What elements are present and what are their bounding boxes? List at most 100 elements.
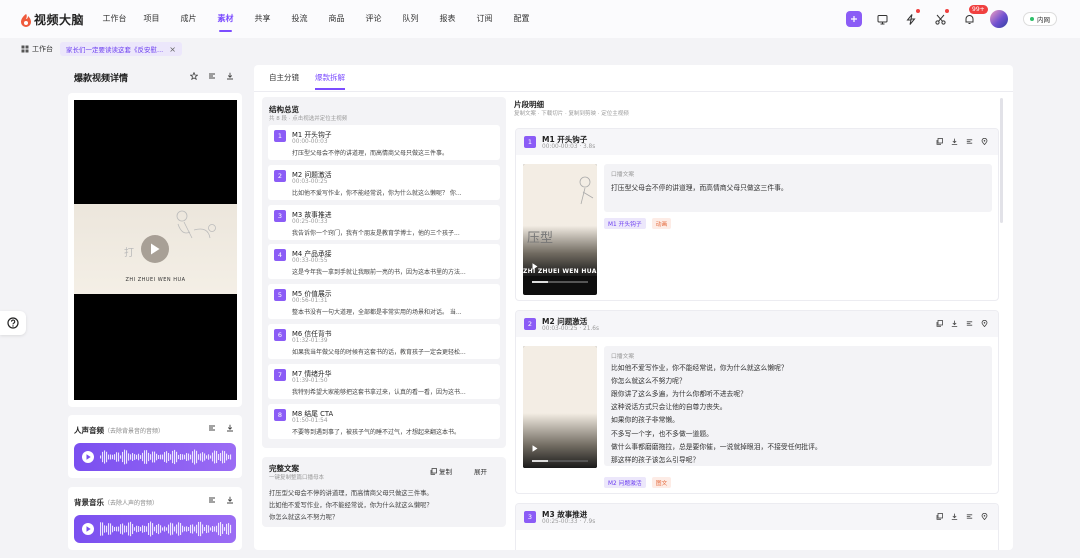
trim-icon[interactable] [208, 496, 216, 504]
create-button[interactable] [846, 11, 862, 27]
expand-button[interactable]: 展开 [474, 466, 487, 476]
open-tab[interactable]: 家长们一定要读读这套《反安慰... × [60, 42, 182, 56]
segment-card: 1 M1 开头钩子 00:00-00:03 · 3.8s 压型 ZHI ZHUE… [515, 128, 999, 301]
app-logo[interactable]: 视频大脑 [20, 11, 84, 28]
trim-icon[interactable] [966, 513, 973, 520]
segment-time: 00:25-00:33 [292, 218, 328, 225]
segment-title: M4 产品承接 [292, 250, 332, 259]
notifications-button[interactable]: 99+ [961, 5, 988, 27]
segment-item[interactable]: 6 M6 信任背书 01:32-01:39 如果我当年做父母的时候有这套书的话，教育孩… [268, 324, 500, 359]
nav-item[interactable]: 成片 [170, 0, 207, 38]
locate-icon[interactable] [981, 138, 988, 145]
svg-text:压型: 压型 [527, 231, 553, 246]
trim-icon[interactable] [966, 138, 973, 145]
nav-item[interactable]: 项目 [133, 0, 170, 38]
segment-number: 5 [274, 289, 286, 302]
thumbnail-play[interactable] [532, 445, 538, 452]
close-icon[interactable]: × [169, 45, 176, 54]
help-button[interactable] [0, 311, 26, 335]
nav-item[interactable]: 素材 [207, 0, 244, 38]
nav-item[interactable]: 报表 [429, 0, 466, 38]
segment-meta: 00:03-00:25 · 21.6s [542, 326, 599, 332]
segment-text-line: 那这样的孩子该怎么引导呢？ [611, 455, 700, 464]
full-text-line: 你怎么就这么不努力呢？ [269, 514, 339, 521]
nav-item[interactable]: 配置 [503, 0, 540, 38]
thumbnail-progress[interactable] [532, 281, 588, 283]
download-icon[interactable] [951, 138, 958, 145]
scissors-button[interactable] [932, 9, 949, 27]
segment-item[interactable]: 1 M1 开头钩子 00:00-00:03 打压型父母会不停的讲道理，而高情商父母只做… [268, 125, 500, 160]
play-icon [151, 243, 160, 255]
segment-item[interactable]: 7 M7 情绪升华 01:39-01:50 我特别希望大家能够把这套书拿过来，认真的看… [268, 363, 500, 399]
segment-number: 1 [524, 136, 536, 148]
bgm-play-button[interactable] [82, 523, 94, 535]
segment-desc: 如果我当年做父母的时候有这套书的话，教育孩子一定会更轻松... [292, 349, 466, 356]
star-icon[interactable] [190, 72, 198, 80]
copy-icon[interactable] [936, 138, 943, 145]
screen-icon [877, 14, 887, 24]
trim-icon[interactable] [208, 424, 216, 432]
logo-icon [21, 13, 31, 27]
bgm-waveform[interactable] [74, 515, 236, 543]
full-text-line: 打压型父母会不停的讲道理，而高情商父母只做这三件事。 [269, 490, 433, 497]
full-text-card: 完整文案 一键复制整篇口播母本 复制 展开 打压型父母会不停的讲道理，而高情商父… [262, 457, 506, 527]
copy-icon[interactable] [936, 513, 943, 520]
text-label: 口播文案 [611, 172, 635, 178]
card-actions [936, 513, 988, 520]
download-icon[interactable] [226, 424, 234, 432]
segment-item[interactable]: 5 M5 价值展示 00:56-01:31 整本书没有一句大道理，全部都是非常实用的场… [268, 284, 500, 320]
segment-item[interactable]: 8 M8 结尾 CTA 01:50-01:54 不要等到遇到事了，被孩子气的睡不过气，… [268, 403, 500, 439]
scrollbar[interactable] [1000, 98, 1003, 223]
segment-time: 01:50-01:54 [292, 417, 328, 424]
segment-text-line: 跟你讲了这么多遍，为什么你都听不进去呢？ [611, 390, 747, 399]
segment-desc: 打压型父母会不停的讲道理，而高情商父母只做这三件事。 [292, 150, 449, 157]
network-status[interactable]: 内网 [1023, 12, 1057, 26]
nav-item[interactable]: 订阅 [466, 0, 503, 38]
segment-item[interactable]: 4 M4 产品承接 00:33-00:55 这是今年我一拿到手就让我眼前一亮的书，因为… [268, 244, 500, 280]
segment-time: 01:39-01:50 [292, 377, 328, 384]
main-video[interactable]: 打 ZHI ZHUEI WEN HUA [74, 100, 237, 400]
segment-item[interactable]: 3 M3 故事推进 00:25-00:33 我告诉你一个窍门，我有个朋友是教育学博士，… [268, 204, 500, 240]
play-button[interactable] [141, 235, 169, 263]
download-icon[interactable] [226, 72, 234, 80]
thumbnail-progress[interactable] [532, 460, 588, 462]
vocal-waveform[interactable] [74, 443, 236, 471]
segment-desc: 这是今年我一拿到手就让我眼前一亮的书，因为这本书里的方法... [292, 269, 466, 277]
nav-item[interactable]: 评论 [355, 0, 392, 38]
trim-icon[interactable] [208, 72, 216, 80]
nav-item[interactable]: 工作台 [96, 0, 133, 38]
main-tab[interactable]: 自主分镜 [269, 72, 299, 90]
screen-button[interactable] [874, 11, 890, 27]
vocal-audio-card: 人声音频（去除背景音的音频） [68, 415, 242, 478]
segment-time: 00:33-00:55 [292, 258, 328, 265]
workbench-tab[interactable]: 工作台 [21, 44, 53, 54]
video-detail-panel: 爆款视频详情 打 ZHI ZHUEI WEN HUA 人声音频（去除背景音的音频… [66, 65, 244, 550]
user-avatar[interactable] [990, 10, 1008, 28]
download-icon[interactable] [951, 513, 958, 520]
segment-desc: 我告诉你一个窍门，我有个朋友是教育学博士，他的三个孩子... [292, 229, 460, 237]
download-icon[interactable] [951, 320, 958, 327]
nav-item[interactable]: 商品 [318, 0, 355, 38]
panel-title: 爆款视频详情 [74, 74, 129, 84]
main-tab[interactable]: 爆款拆解 [315, 72, 345, 90]
vocal-play-button[interactable] [82, 451, 94, 463]
segment-time: 01:32-01:39 [292, 338, 328, 344]
copy-label: 复制 [439, 468, 452, 476]
trim-icon[interactable] [966, 320, 973, 327]
segment-thumbnail[interactable] [523, 346, 597, 468]
nav-item[interactable]: 共享 [244, 0, 281, 38]
workbench-tab-label: 工作台 [32, 45, 53, 53]
download-icon[interactable] [226, 496, 234, 504]
locate-icon[interactable] [981, 320, 988, 327]
segment-item[interactable]: 2 M2 问题激活 00:03-00:25 比如他不爱写作业，你不能经常说，你为什么就… [268, 164, 500, 200]
thumbnail-play[interactable] [532, 263, 538, 270]
nav-item[interactable]: 投流 [281, 0, 318, 38]
segment-thumbnail[interactable]: 压型 ZHI ZHUEI WEN HUA [523, 164, 597, 295]
flash-button[interactable] [903, 9, 920, 27]
top-nav: 视频大脑 工作台 项目 成片 素材 共享 投流 商品 评论 队列 报表 订阅 配置 99+ 内网 [0, 0, 1080, 38]
copy-button[interactable]: 复制 [430, 466, 452, 476]
locate-icon[interactable] [981, 513, 988, 520]
copy-icon[interactable] [936, 320, 943, 327]
segment-title: M5 价值展示 [292, 290, 332, 299]
nav-item[interactable]: 队列 [392, 0, 429, 38]
